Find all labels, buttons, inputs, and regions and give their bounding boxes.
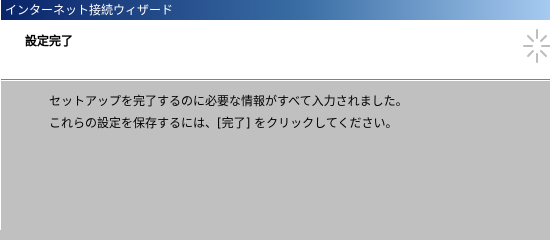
wizard-content: セットアップを完了するのに必要な情報がすべて入力されました。 これらの設定を保存…: [1, 82, 550, 230]
info-text-line-2: これらの設定を保存するには、[完了] をクリックしてください。: [49, 116, 398, 130]
info-text-line-1: セットアップを完了するのに必要な情報がすべて入力されました。: [49, 94, 408, 108]
page-title: 設定完了: [25, 34, 74, 48]
wizard-sparkle-icon: [523, 29, 550, 63]
window-title: インターネット接続ウィザード: [5, 3, 174, 17]
title-bar[interactable]: インターネット接続ウィザード: [1, 0, 550, 20]
wizard-header: 設定完了: [1, 20, 550, 81]
wizard-window: インターネット接続ウィザード 設定完了 セットアップを完了するのに必要な情報がす…: [0, 0, 550, 230]
